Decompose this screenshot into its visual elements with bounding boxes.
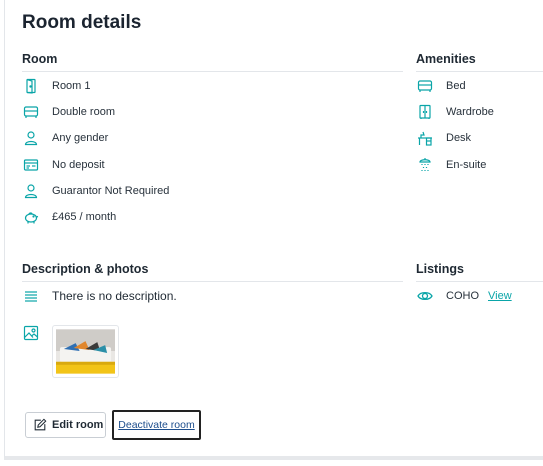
room-item-label: Any gender: [52, 132, 109, 144]
bed-icon: [22, 103, 40, 121]
room-item-label: Room 1: [52, 80, 91, 92]
eye-icon: [416, 287, 434, 305]
room-item-gender: Any gender: [22, 129, 108, 147]
shower-icon: [416, 156, 434, 174]
desk-icon: [416, 129, 434, 147]
amenity-label: Wardrobe: [446, 106, 494, 118]
piggy-bank-icon: [22, 208, 40, 226]
edit-pencil-icon: [34, 418, 47, 431]
door-icon: [22, 77, 40, 95]
room-section-title: Room: [22, 52, 58, 66]
wardrobe-icon: [416, 103, 434, 121]
listing-view-link[interactable]: View: [488, 290, 512, 302]
edit-room-label: Edit room: [52, 419, 104, 431]
listing-item: COHO View: [416, 287, 512, 305]
listings-section-title: Listings: [416, 262, 464, 276]
deposit-card-icon: [22, 156, 40, 174]
bed-icon: [416, 77, 434, 95]
amenities-section-title: Amenities: [416, 52, 476, 66]
listings-divider: [416, 281, 543, 282]
room-item-label: Double room: [52, 106, 115, 118]
description-section-title: Description & photos: [22, 262, 149, 276]
edit-room-button[interactable]: Edit room: [25, 412, 106, 438]
room-divider: [22, 71, 403, 72]
photos-row: [22, 324, 40, 342]
amenity-label: En-suite: [446, 159, 487, 171]
amenity-label: Bed: [446, 80, 466, 92]
room-item-label: £465 / month: [52, 211, 117, 223]
amenities-divider: [416, 71, 543, 72]
room-photo-thumbnail[interactable]: [52, 325, 119, 378]
image-icon: [22, 324, 40, 342]
room-item-price: £465 / month: [22, 208, 116, 226]
description-divider: [22, 281, 403, 282]
room-details-card: Room details Room Room 1 Double room Any…: [4, 0, 543, 460]
deactivate-room-button[interactable]: Deactivate room: [112, 410, 201, 440]
room-photo: [56, 329, 115, 374]
room-item-label: Guarantor Not Required: [52, 185, 170, 197]
amenity-item: Desk: [416, 129, 471, 147]
amenity-item: Bed: [416, 77, 466, 95]
description-text: There is no description.: [52, 289, 177, 303]
deactivate-room-label: Deactivate room: [118, 419, 195, 431]
room-item-guarantor: Guarantor Not Required: [22, 182, 169, 200]
amenity-item: Wardrobe: [416, 103, 494, 121]
page-title: Room details: [22, 12, 142, 33]
room-item-label: No deposit: [52, 159, 105, 171]
amenity-item: En-suite: [416, 156, 486, 174]
room-item-deposit: No deposit: [22, 156, 105, 174]
listing-name: COHO: [446, 290, 479, 302]
amenity-label: Desk: [446, 132, 472, 144]
description-row: There is no description.: [22, 287, 177, 305]
room-item-type: Double room: [22, 103, 115, 121]
person-icon: [22, 182, 40, 200]
text-lines-icon: [22, 287, 40, 305]
room-item-name: Room 1: [22, 77, 91, 95]
person-icon: [22, 129, 40, 147]
